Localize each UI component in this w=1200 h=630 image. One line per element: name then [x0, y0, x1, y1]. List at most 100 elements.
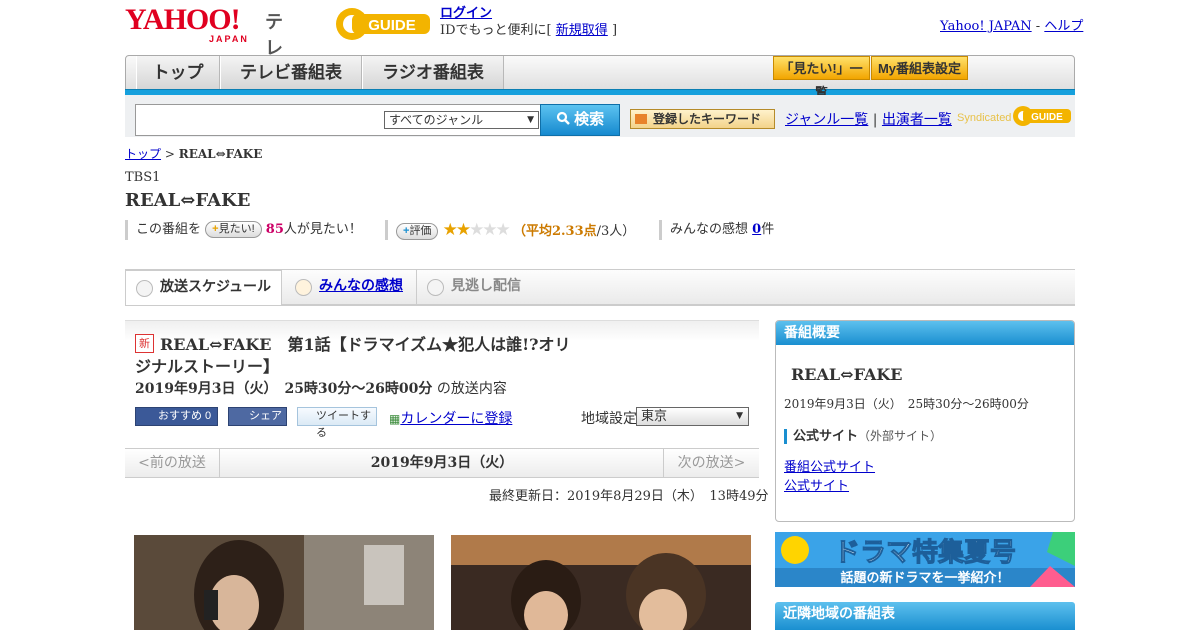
play-circle-icon [427, 279, 444, 296]
tab-impressions[interactable]: みんなの感想 [285, 270, 417, 305]
chevron-down-icon: ▼ [527, 115, 534, 125]
banner-subtitle: 話題の新ドラマを一挙紹介！ [840, 570, 1009, 586]
overview-heading: 番組概要 [776, 321, 1074, 345]
yahoo-japan-link[interactable]: Yahoo! JAPAN [940, 19, 1032, 34]
my-schedule-button[interactable]: My番組表設定 [871, 56, 968, 80]
rate-button-label: 評価 [409, 225, 432, 237]
genre-select[interactable]: すべてのジャンル ▼ [384, 111, 539, 129]
dropdown-icon [635, 114, 647, 124]
breadcrumb-separator: > [164, 147, 175, 161]
logo-text: YAHOO! [125, 3, 241, 36]
prev-broadcast-button[interactable]: <前の放送 [125, 449, 220, 477]
g-guide-text: GUIDE [368, 17, 416, 34]
official-site-heading: 公式サイト（外部サイト） [784, 429, 942, 444]
play-circle-icon [295, 279, 312, 296]
want-button-label: 見たい! [218, 223, 255, 235]
nav-tab-top[interactable]: トップ [136, 56, 220, 89]
impressions-unit: 件 [761, 222, 775, 237]
region-select[interactable]: 東京 ▼ [636, 407, 749, 426]
tab-label: 放送スケジュール [160, 279, 272, 295]
station-name: TBS1 [125, 170, 161, 185]
tab-catchup[interactable]: 見逃し配信 [417, 270, 537, 305]
registered-keyword-button[interactable]: 登録したキーワード [630, 109, 775, 129]
signup-link[interactable]: 新規取得 [556, 23, 608, 38]
login-link[interactable]: ログイン [440, 6, 492, 21]
impressions-block: みんなの感想 0件 [659, 220, 774, 240]
nav-tab-tv-schedule[interactable]: テレビ番組表 [220, 56, 362, 89]
calendar-icon: ▦ [389, 412, 401, 426]
facebook-recommend-button[interactable]: おすすめ 0 [135, 407, 218, 426]
new-badge: 新 [135, 334, 154, 353]
want-to-watch-block: この番組を +見たい! 85人が見たい！ [125, 220, 362, 240]
last-updated: 最終更新日：2019年8月29日（木） 13時49分 [489, 489, 769, 504]
nearby-region-schedule-heading: 近隣地域の番組表 [775, 602, 1075, 630]
breadcrumb-top-link[interactable]: トップ [125, 147, 161, 161]
stars-empty: ★★★ [469, 220, 511, 240]
want-button[interactable]: +見たい! [205, 221, 262, 238]
rating-average: 平均2.33点 [525, 224, 597, 239]
program-official-site-link[interactable]: 番組公式サイト [784, 456, 875, 475]
calendar-link[interactable]: カレンダーに登録 [400, 411, 512, 427]
fb-share-label: シェア [249, 410, 282, 422]
episode-photo-2[interactable] [451, 535, 751, 630]
next-broadcast-button[interactable]: 次の放送> [663, 449, 759, 477]
search-button[interactable]: 検索 [540, 104, 620, 136]
search-links: ジャンル一覧 | 出演者一覧 [785, 109, 952, 129]
want-suffix: 人が見たい！ [283, 222, 362, 237]
syndicated-guide-text: GUIDE [1031, 112, 1063, 123]
rating-open: （ [512, 224, 526, 239]
syndicated-text: Syndicated [957, 112, 1011, 124]
want-list-button[interactable]: 「見たい!」一覧 [773, 56, 870, 100]
genre-select-value: すべてのジャンル [389, 113, 484, 127]
id-text-end: ] [611, 23, 618, 38]
episode-photo-1[interactable] [134, 535, 434, 630]
search-links-divider: | [872, 112, 878, 128]
page-title: REAL⇔FAKE [125, 190, 251, 211]
genre-list-link[interactable]: ジャンル一覧 [785, 112, 868, 128]
breadcrumb: トップ > REAL⇔FAKE [125, 145, 262, 162]
episode-title: REAL⇔FAKE 第1話【ドラマイズム★犯人は誰!?オリジナルストーリー】 [135, 335, 571, 376]
chevron-down-circle-icon [136, 280, 153, 297]
impressions-count-link[interactable]: 0 [752, 222, 761, 237]
impressions-label: みんなの感想 [670, 222, 749, 237]
banner-title: ドラマ特集夏号 [834, 537, 1016, 568]
search-icon [556, 111, 570, 125]
top-links: Yahoo! JAPAN - ヘルプ [940, 15, 1083, 34]
nav-tab-radio-schedule[interactable]: ラジオ番組表 [362, 56, 504, 89]
current-broadcast-date: 2019年9月3日（火） [370, 455, 514, 471]
help-link[interactable]: ヘルプ [1044, 19, 1083, 34]
overview-title: REAL⇔FAKE [791, 365, 903, 384]
calendar-register[interactable]: ▦カレンダーに登録 [389, 408, 512, 428]
tab-broadcast-schedule[interactable]: 放送スケジュール [125, 270, 282, 305]
program-overview-box: 番組概要 REAL⇔FAKE 2019年9月3日（火） 25時30分～26時00… [775, 320, 1075, 522]
logo-sub: JAPAN [209, 34, 249, 44]
episode-date: 2019年9月3日（火） 25時30分～26時00分 の放送内容 [135, 378, 507, 398]
broadcast-pager: <前の放送 2019年9月3日（火） 次の放送> [125, 448, 759, 478]
fb-recommend-label: おすすめ 0 [158, 410, 212, 422]
rating-stars: ★★★★★ [442, 220, 511, 240]
region-select-value: 東京 [641, 409, 668, 424]
tab-label[interactable]: みんなの感想 [319, 278, 403, 294]
rating-count: /3人） [596, 224, 636, 239]
g-guide-logo[interactable]: GUIDE [334, 6, 432, 42]
top-links-separator: - [1035, 19, 1041, 34]
chevron-down-icon: ▼ [736, 411, 743, 421]
cast-list-link[interactable]: 出演者一覧 [882, 112, 952, 128]
rate-button[interactable]: +評価 [396, 223, 439, 240]
rating-block: +評価 ★★★★★ （平均2.33点/3人） [385, 220, 635, 240]
facebook-share-button[interactable]: シェア [228, 407, 287, 426]
syndicated-g-guide-logo: Syndicated GUIDE [957, 106, 1071, 126]
search-button-label: 検索 [574, 111, 605, 128]
stars-filled: ★★ [442, 220, 472, 240]
tab-label: 見逃し配信 [451, 278, 521, 294]
keyword-button-label: 登録したキーワード [653, 112, 762, 126]
want-prefix: この番組を [136, 222, 202, 237]
yahoo-japan-logo[interactable]: YAHOO! JAPAN テレビ [125, 3, 283, 85]
overview-date: 2019年9月3日（火） 25時30分～26時00分 [784, 397, 1029, 411]
official-site-link[interactable]: 公式サイト [784, 475, 849, 494]
login-area: ログイン IDでもっと便利に[ 新規取得 ] [440, 5, 617, 39]
drama-special-banner[interactable]: ドラマ特集夏号 話題の新ドラマを一挙紹介！ [775, 532, 1075, 587]
tweet-button[interactable]: ツイートする [297, 407, 377, 439]
id-text: IDでもっと便利に[ [440, 23, 552, 38]
want-count: 85 [265, 222, 284, 237]
